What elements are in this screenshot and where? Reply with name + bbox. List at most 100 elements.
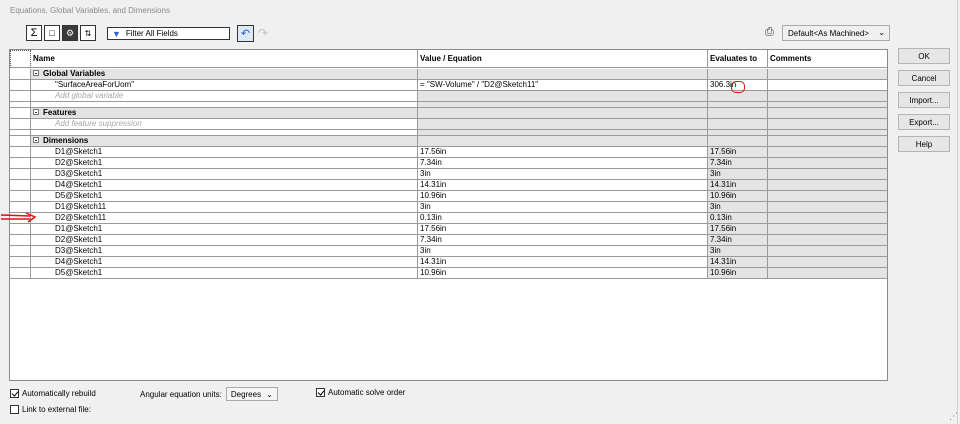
section-global-variables[interactable]: Global Variables — [10, 69, 887, 80]
collapse-icon[interactable] — [33, 108, 39, 115]
add-global-variable[interactable]: Add global variable — [31, 91, 418, 102]
import-button[interactable]: Import... — [898, 92, 950, 108]
dimension-comment-cell[interactable] — [768, 268, 887, 279]
table-row[interactable]: D5@Sketch1 10.96in 10.96in — [10, 268, 887, 279]
dimension-comment-cell[interactable] — [768, 246, 887, 257]
dimension-value-cell[interactable]: 10.96in — [418, 191, 708, 202]
corner-cell[interactable] — [10, 50, 31, 68]
link-external-option[interactable]: Link to external file: — [10, 405, 91, 414]
section-cell — [768, 108, 887, 119]
angular-units-select[interactable]: Degrees ⌄ — [225, 387, 278, 401]
dimension-name-cell[interactable]: D3@Sketch1 — [31, 169, 418, 180]
table-row[interactable]: D2@Sketch1 7.34in 7.34in — [10, 235, 887, 246]
table-row[interactable]: D2@Sketch1 7.34in 7.34in — [10, 158, 887, 169]
table-row[interactable]: D3@Sketch1 3in 3in — [10, 169, 887, 180]
square-glyph: □ — [49, 28, 55, 38]
undo-icon[interactable]: ↶ — [237, 25, 254, 42]
table-row[interactable]: D1@Sketch1 17.56in 17.56in — [10, 147, 887, 158]
dimension-comment-cell[interactable] — [768, 213, 887, 224]
dimension-name-cell[interactable]: D1@Sketch11 — [31, 202, 418, 213]
table-row[interactable]: D1@Sketch1 17.56in 17.56in — [10, 224, 887, 235]
table-row[interactable]: D5@Sketch1 10.96in 10.96in — [10, 191, 887, 202]
row-gutter — [10, 147, 31, 158]
dimension-name-cell[interactable]: D2@Sketch11 — [31, 213, 418, 224]
dimension-value-cell[interactable]: 3in — [418, 246, 708, 257]
dimension-comment-cell[interactable] — [768, 202, 887, 213]
add-global-variable-row[interactable]: Add global variable — [10, 91, 887, 102]
dimension-name-cell[interactable]: D1@Sketch1 — [31, 224, 418, 235]
dimension-value-cell[interactable]: 0.13in — [418, 213, 708, 224]
section-title: Dimensions — [31, 136, 418, 147]
dimension-comment-cell[interactable] — [768, 169, 887, 180]
table-row[interactable]: D2@Sketch11 0.13in 0.13in — [10, 213, 887, 224]
dimension-name-cell[interactable]: D5@Sketch1 — [31, 191, 418, 202]
section-dimensions[interactable]: Dimensions — [10, 136, 887, 147]
dimension-value-cell[interactable]: 7.34in — [418, 235, 708, 246]
dimension-name-cell[interactable]: D2@Sketch1 — [31, 235, 418, 246]
add-feature-suppression-row[interactable]: Add feature suppression — [10, 119, 887, 130]
dimension-name-cell[interactable]: D5@Sketch1 — [31, 268, 418, 279]
ok-button[interactable]: OK — [898, 48, 950, 64]
dimension-evaluates-cell: 7.34in — [708, 235, 768, 246]
table-row[interactable]: D1@Sketch11 3in 3in — [10, 202, 887, 213]
table-row[interactable]: "SurfaceAreaForUom" = "SW-Volume" / "D2@… — [10, 80, 887, 91]
dimension-comment-cell[interactable] — [768, 257, 887, 268]
global-view-icon[interactable]: □ — [44, 25, 60, 41]
dimension-comment-cell[interactable] — [768, 235, 887, 246]
export-button[interactable]: Export... — [898, 114, 950, 130]
section-features[interactable]: Features — [10, 108, 887, 119]
configuration-icon: ⎙ — [765, 26, 774, 38]
dimension-value-cell[interactable]: 3in — [418, 202, 708, 213]
dimension-comment-cell[interactable] — [768, 224, 887, 235]
dimension-value-cell[interactable]: 17.56in — [418, 224, 708, 235]
filter-icon: ▼ — [112, 28, 121, 39]
auto-rebuild-option[interactable]: Automatically rebuild — [10, 389, 96, 398]
dimension-value-cell[interactable]: 3in — [418, 169, 708, 180]
column-header-value[interactable]: Value / Equation — [418, 50, 708, 68]
dimension-name-cell[interactable]: D4@Sketch1 — [31, 257, 418, 268]
redo-icon[interactable]: ↷ — [258, 26, 268, 40]
dimension-evaluates-cell: 3in — [708, 246, 768, 257]
column-header-comments[interactable]: Comments — [768, 50, 887, 68]
dimension-comment-cell[interactable] — [768, 158, 887, 169]
dimension-name-cell[interactable]: D1@Sketch1 — [31, 147, 418, 158]
table-row[interactable]: D4@Sketch1 14.31in 14.31in — [10, 180, 887, 191]
row-gutter — [10, 235, 31, 246]
auto-rebuild-label: Automatically rebuild — [22, 389, 96, 398]
auto-solve-option[interactable]: Automatic solve order — [316, 388, 405, 397]
cancel-button[interactable]: Cancel — [898, 70, 950, 86]
dimension-name-cell[interactable]: D3@Sketch1 — [31, 246, 418, 257]
dimension-comment-cell[interactable] — [768, 180, 887, 191]
dimension-comment-cell[interactable] — [768, 191, 887, 202]
variable-equation-cell[interactable]: = "SW-Volume" / "D2@Sketch11" — [418, 80, 708, 91]
table-row[interactable]: D4@Sketch1 14.31in 14.31in — [10, 257, 887, 268]
column-header-name[interactable]: Name — [31, 50, 418, 68]
dimension-value-cell[interactable]: 14.31in — [418, 180, 708, 191]
configuration-select[interactable]: Default<As Machined> ⌄ — [782, 25, 890, 41]
dimension-name-cell[interactable]: D2@Sketch1 — [31, 158, 418, 169]
table-row[interactable]: D3@Sketch1 3in 3in — [10, 246, 887, 257]
column-header-evaluates[interactable]: Evaluates to — [708, 50, 768, 68]
collapse-icon[interactable] — [33, 69, 39, 76]
filter-all-fields-button[interactable]: ▼ Filter All Fields — [107, 27, 230, 40]
dimension-value-cell[interactable]: 14.31in — [418, 257, 708, 268]
sort-icon[interactable]: ⇅ — [80, 25, 96, 41]
section-title-text: Features — [43, 108, 77, 117]
sigma-icon[interactable]: Σ — [26, 25, 42, 41]
dimension-evaluates-cell: 0.13in — [708, 213, 768, 224]
dimension-name-cell[interactable]: D4@Sketch1 — [31, 180, 418, 191]
add-feature-suppression[interactable]: Add feature suppression — [31, 119, 418, 130]
collapse-icon[interactable] — [33, 136, 39, 143]
dimension-value-cell[interactable]: 10.96in — [418, 268, 708, 279]
auto-solve-checkbox[interactable] — [316, 388, 325, 397]
variable-name-cell[interactable]: "SurfaceAreaForUom" — [31, 80, 418, 91]
variable-comment-cell[interactable] — [768, 80, 887, 91]
auto-rebuild-checkbox[interactable] — [10, 389, 19, 398]
link-external-checkbox[interactable] — [10, 405, 19, 414]
dimension-value-cell[interactable]: 17.56in — [418, 147, 708, 158]
dimension-value-cell[interactable]: 7.34in — [418, 158, 708, 169]
filter-view-icon[interactable]: ⚙ — [62, 25, 78, 41]
dimension-comment-cell[interactable] — [768, 147, 887, 158]
dimension-evaluates-cell: 14.31in — [708, 180, 768, 191]
help-button[interactable]: Help — [898, 136, 950, 152]
